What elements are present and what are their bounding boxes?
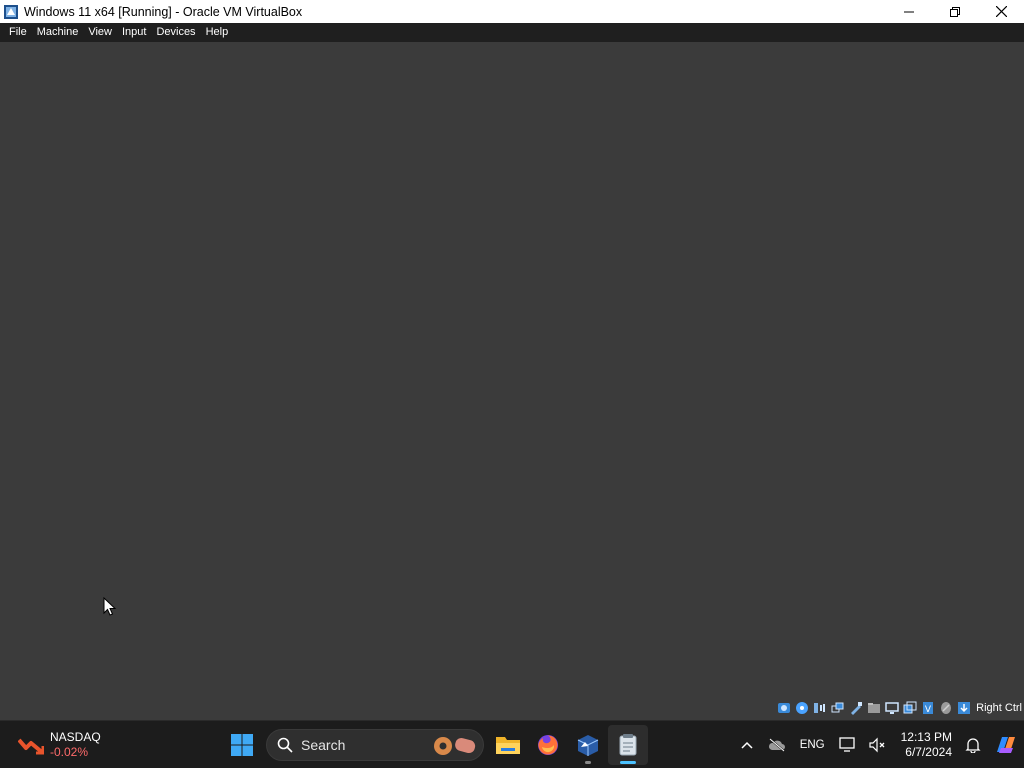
firefox-icon bbox=[538, 735, 558, 755]
virtualbox-app-icon bbox=[4, 4, 18, 19]
vm-status-bar: V Right Ctrl bbox=[776, 697, 1024, 719]
restore-icon bbox=[950, 6, 960, 17]
keyboard-icon[interactable] bbox=[956, 700, 972, 716]
maximize-button[interactable] bbox=[932, 0, 978, 23]
window-controls bbox=[886, 0, 1024, 23]
notepad-icon bbox=[619, 734, 637, 756]
stock-change: -0.02% bbox=[50, 745, 89, 759]
bell-icon bbox=[965, 738, 981, 753]
firefox-button[interactable] bbox=[528, 725, 568, 765]
window-titlebar[interactable]: Windows 11 x64 [Running] - Oracle VM Vir… bbox=[0, 0, 1024, 23]
copilot-button[interactable] bbox=[988, 730, 1024, 760]
display-icon[interactable] bbox=[884, 700, 900, 716]
hard-disk-icon[interactable] bbox=[776, 700, 792, 716]
file-explorer-icon bbox=[496, 737, 520, 754]
host-key-label: Right Ctrl bbox=[976, 702, 1022, 714]
taskbar: NASDAQ -0.02% Search ENG 12:13 PM 6/7/20… bbox=[0, 720, 1024, 768]
system-tray: ENG 12:13 PM 6/7/2024 bbox=[732, 725, 1024, 765]
running-indicator bbox=[585, 761, 591, 764]
chevron-up-icon bbox=[741, 741, 753, 749]
menu-devices[interactable]: Devices bbox=[151, 23, 200, 42]
search-highlight-icon bbox=[434, 737, 476, 755]
svg-text:V: V bbox=[925, 705, 932, 715]
start-button[interactable] bbox=[222, 725, 262, 765]
menu-machine[interactable]: Machine bbox=[32, 23, 84, 42]
shared-folders-icon[interactable] bbox=[866, 700, 882, 716]
stock-name: NASDAQ bbox=[50, 730, 101, 744]
cloud-off-icon bbox=[768, 738, 785, 752]
menu-file[interactable]: File bbox=[4, 23, 32, 42]
close-button[interactable] bbox=[978, 0, 1024, 23]
notepad-button[interactable] bbox=[608, 725, 648, 765]
menu-view[interactable]: View bbox=[83, 23, 117, 42]
file-explorer-button[interactable] bbox=[488, 725, 528, 765]
window-title: Windows 11 x64 [Running] - Oracle VM Vir… bbox=[24, 4, 303, 19]
virtualization-icon[interactable]: V bbox=[920, 700, 936, 716]
virtualbox-button[interactable] bbox=[568, 725, 608, 765]
clock[interactable]: 12:13 PM 6/7/2024 bbox=[893, 730, 958, 760]
mouse-pointer-icon bbox=[103, 597, 117, 616]
stock-widget[interactable]: NASDAQ -0.02% bbox=[18, 727, 101, 763]
menu-bar: File Machine View Input Devices Help bbox=[0, 23, 1024, 42]
show-hidden-icons-button[interactable] bbox=[732, 730, 762, 760]
optical-drive-icon[interactable] bbox=[794, 700, 810, 716]
network-status-button[interactable] bbox=[833, 730, 863, 760]
active-indicator bbox=[620, 761, 636, 764]
clock-time: 12:13 PM bbox=[900, 730, 952, 744]
start-icon bbox=[231, 734, 253, 756]
language-indicator[interactable]: ENG bbox=[792, 739, 833, 751]
audio-icon[interactable] bbox=[812, 700, 828, 716]
menu-input[interactable]: Input bbox=[117, 23, 151, 42]
network-disconnected-icon bbox=[838, 737, 855, 752]
search-icon bbox=[277, 737, 293, 753]
network-icon[interactable] bbox=[830, 700, 846, 716]
stock-widget-text: NASDAQ -0.02% bbox=[50, 730, 101, 760]
vm-display[interactable]: V Right Ctrl bbox=[0, 42, 1024, 720]
usb-icon[interactable] bbox=[848, 700, 864, 716]
close-icon bbox=[995, 6, 1007, 17]
volume-muted-icon bbox=[869, 737, 885, 753]
minimize-button[interactable] bbox=[886, 0, 932, 23]
search-label: Search bbox=[301, 737, 346, 753]
taskbar-center: Search bbox=[222, 725, 648, 765]
minimize-icon bbox=[904, 11, 914, 12]
mouse-integration-icon[interactable] bbox=[938, 700, 954, 716]
onedrive-button[interactable] bbox=[762, 730, 792, 760]
menu-help[interactable]: Help bbox=[201, 23, 234, 42]
clock-date: 6/7/2024 bbox=[905, 745, 952, 759]
recording-icon[interactable] bbox=[902, 700, 918, 716]
stock-chart-icon bbox=[18, 738, 44, 755]
copilot-icon bbox=[997, 737, 1015, 753]
taskbar-search[interactable]: Search bbox=[266, 729, 484, 761]
virtualbox-icon bbox=[577, 735, 599, 756]
volume-button[interactable] bbox=[863, 730, 893, 760]
notifications-button[interactable] bbox=[958, 730, 988, 760]
